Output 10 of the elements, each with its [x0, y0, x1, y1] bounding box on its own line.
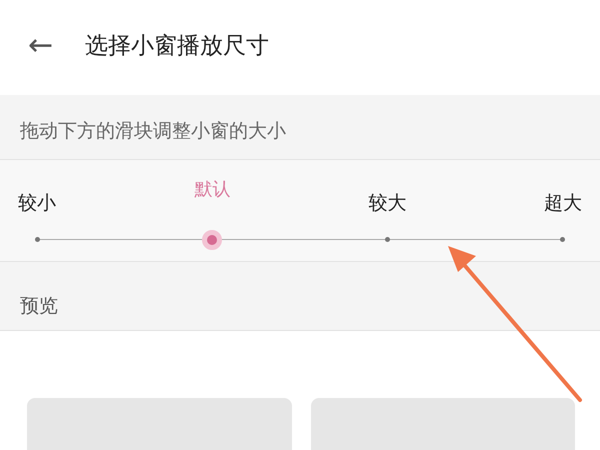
preview-title: 预览: [20, 294, 58, 319]
page-title: 选择小窗播放尺寸: [85, 32, 270, 61]
slider-stop[interactable]: [34, 237, 40, 242]
size-label[interactable]: 较小: [18, 190, 56, 216]
slider-thumb[interactable]: [202, 230, 222, 250]
size-label[interactable]: 较大: [368, 190, 407, 216]
slider-stop[interactable]: [560, 237, 566, 242]
size-label[interactable]: 超大: [544, 190, 582, 216]
slider-stop[interactable]: [385, 237, 390, 242]
back-button[interactable]: ←: [28, 30, 54, 60]
